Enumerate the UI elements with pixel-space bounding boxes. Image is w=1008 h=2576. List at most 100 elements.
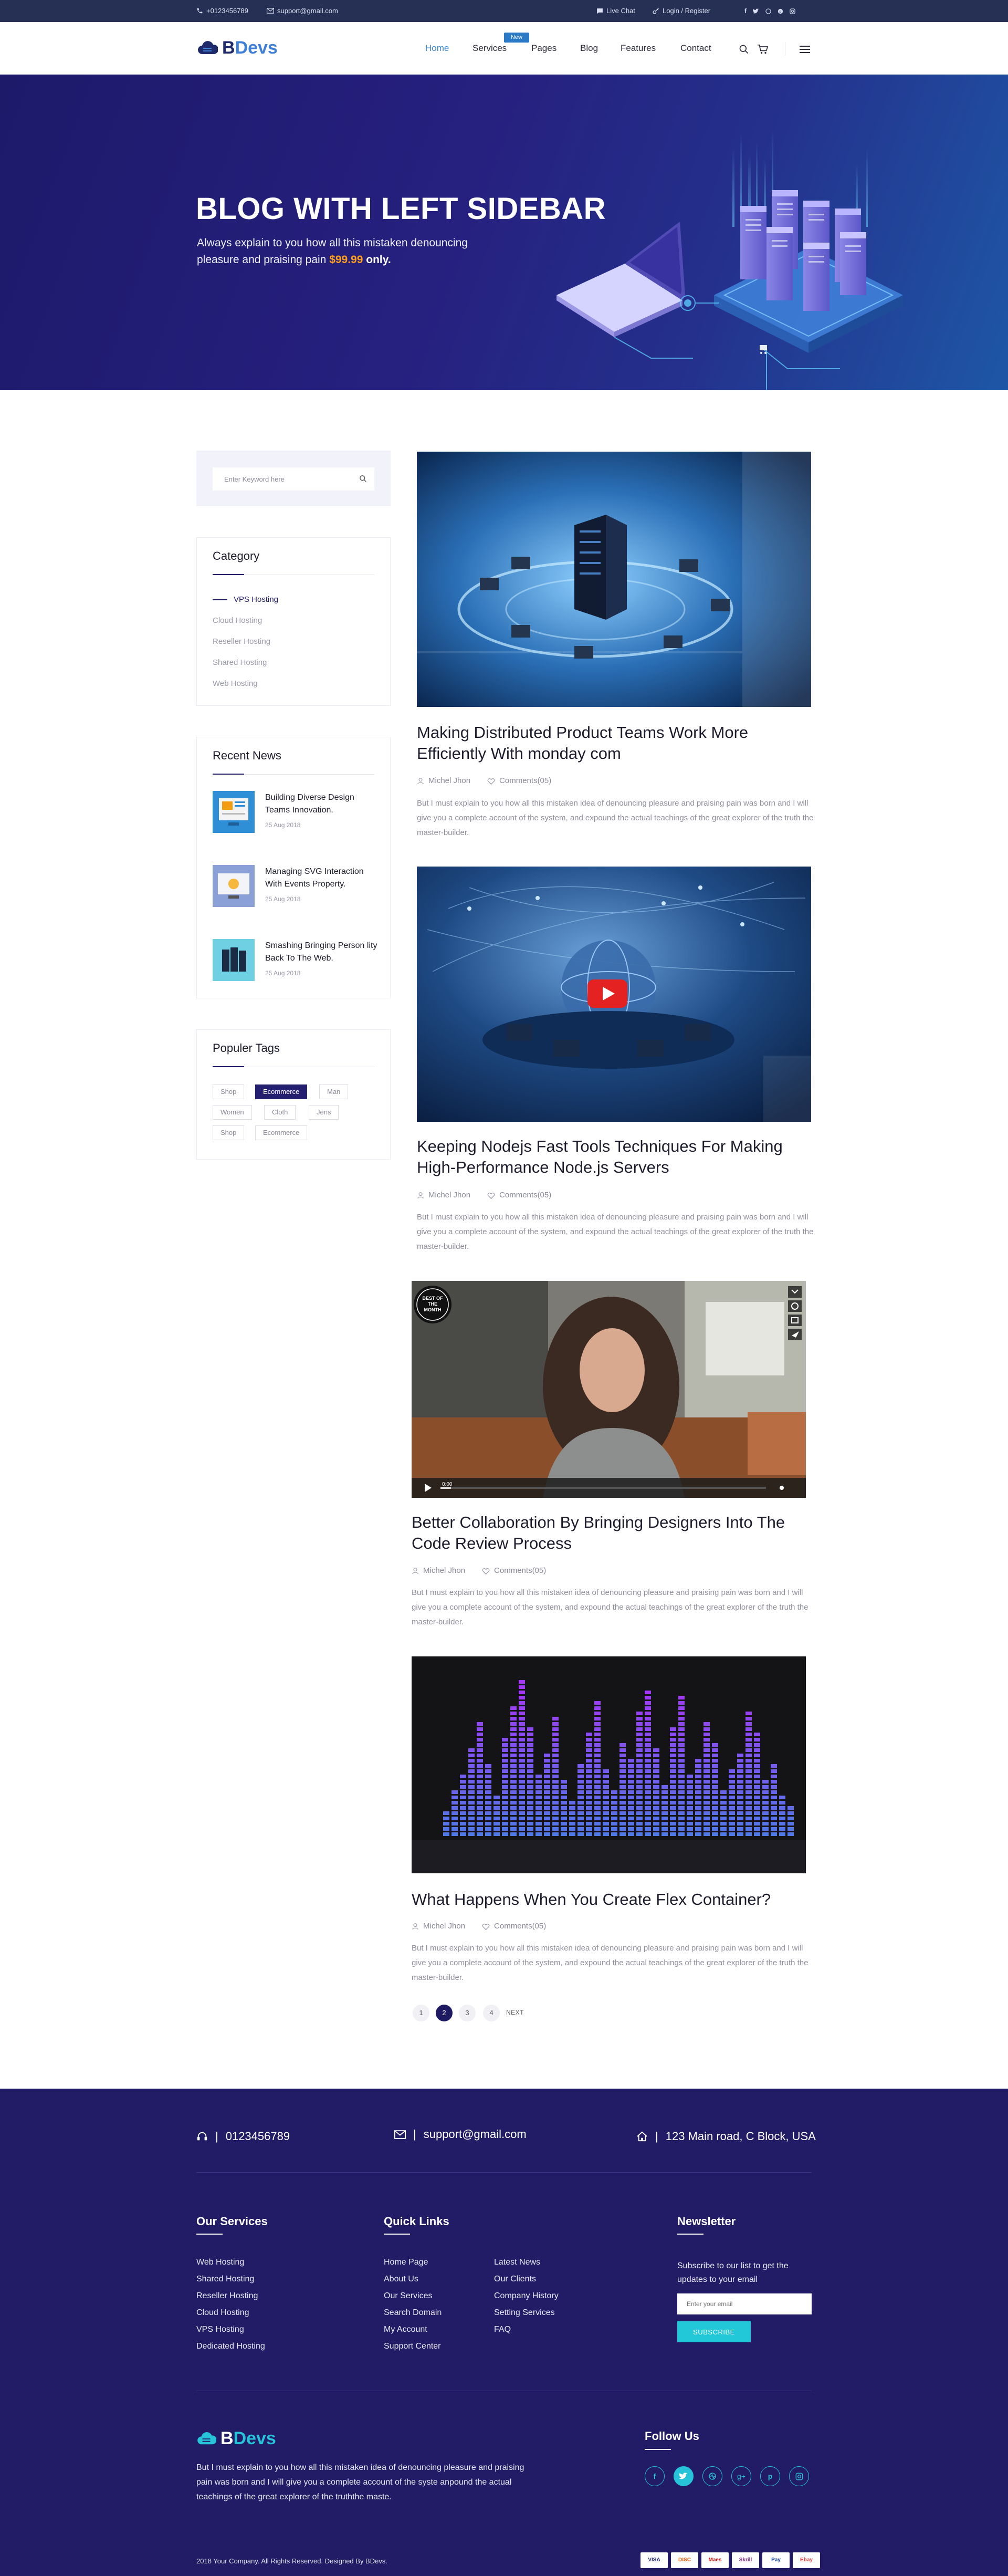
tag-shop[interactable]: Shop (213, 1084, 245, 1099)
category-item-shared-hosting[interactable]: Shared Hosting (213, 658, 267, 667)
equalizer-segment (611, 1822, 617, 1826)
category-item-vps-hosting[interactable]: VPS Hosting (213, 595, 278, 604)
footer-quick-link[interactable]: Search Domain (384, 2308, 442, 2318)
topbar-phone[interactable]: +0123456789 (196, 7, 248, 15)
post-author[interactable]: Michel Jhon (428, 1191, 470, 1200)
page-4[interactable]: 4 (483, 2005, 500, 2021)
dribbble-icon[interactable] (702, 2466, 722, 2486)
post-comments[interactable]: Comments(05) (494, 1566, 546, 1575)
post-2-title[interactable]: Keeping Nodejs Fast Tools Techniques For… (417, 1136, 816, 1178)
nav-pages[interactable]: Pages (531, 43, 556, 54)
footer-logo[interactable]: BDevs (196, 2428, 276, 2449)
equalizer-segment (519, 1748, 525, 1752)
tag-man[interactable]: Man (319, 1084, 349, 1099)
nav-features[interactable]: Features (621, 43, 656, 54)
post-comments[interactable]: Comments(05) (494, 1922, 546, 1931)
footer-quick-link[interactable]: Support Center (384, 2342, 441, 2351)
tag-shop-2[interactable]: Shop (213, 1125, 245, 1140)
equalizer-segment (519, 1796, 525, 1799)
footer-service-link[interactable]: Cloud Hosting (196, 2308, 249, 2318)
page-1[interactable]: 1 (413, 2005, 429, 2021)
footer-service-link[interactable]: Web Hosting (196, 2258, 244, 2267)
facebook-icon[interactable]: f (744, 7, 747, 15)
page-3[interactable]: 3 (459, 2005, 476, 2021)
tag-ecommerce[interactable]: Ecommerce (255, 1084, 308, 1099)
footer-service-link[interactable]: Reseller Hosting (196, 2291, 258, 2301)
logo[interactable]: BDevs (197, 38, 278, 58)
post-3-title[interactable]: Better Collaboration By Bringing Designe… (412, 1512, 811, 1554)
post-4-title[interactable]: What Happens When You Create Flex Contai… (412, 1889, 811, 1910)
recent-news-title-2[interactable]: Managing SVG Interaction With Events Pro… (265, 865, 381, 891)
pinterest-icon[interactable]: p (778, 8, 783, 14)
footer-service-link[interactable]: VPS Hosting (196, 2325, 244, 2334)
equalizer-segment (662, 1832, 668, 1836)
recent-news-title-3[interactable]: Smashing Bringing Person lity Back To Th… (265, 940, 381, 965)
footer-quick-link[interactable]: About Us (384, 2275, 418, 2284)
footer-quick-link[interactable]: Setting Services (494, 2308, 555, 2318)
footer-service-link[interactable]: Shared Hosting (196, 2275, 254, 2284)
login-register-link[interactable]: Login / Register (653, 7, 710, 15)
google-plus-icon[interactable]: g+ (731, 2466, 751, 2486)
cart-icon[interactable] (757, 44, 769, 55)
post-author[interactable]: Michel Jhon (423, 1922, 465, 1931)
equalizer-segment (670, 1733, 676, 1736)
page-2-active[interactable]: 2 (436, 2005, 453, 2021)
page-next[interactable]: NEXT (506, 2009, 524, 2016)
recent-news-thumbnail[interactable] (213, 791, 255, 833)
footer-quick-link[interactable]: My Account (384, 2325, 427, 2334)
topbar-email[interactable]: support@gmail.com (267, 7, 338, 15)
live-chat-link[interactable]: Live Chat (596, 7, 635, 15)
post-3-video[interactable]: BEST OF THE MONTH 0:00 (412, 1281, 806, 1498)
tag-cloth[interactable]: Cloth (264, 1105, 296, 1120)
tag-jens[interactable]: Jens (309, 1105, 339, 1120)
post-4-audio-visual[interactable] (412, 1656, 806, 1873)
footer-quick-link[interactable]: Our Clients (494, 2275, 536, 2284)
equalizer-segment (552, 1827, 559, 1831)
facebook-icon[interactable]: f (645, 2466, 665, 2486)
footer-email[interactable]: | support@gmail.com (394, 2127, 527, 2141)
category-item-reseller-hosting[interactable]: Reseller Hosting (213, 637, 270, 646)
footer-quick-link[interactable]: Latest News (494, 2258, 540, 2267)
nav-contact[interactable]: Contact (680, 43, 711, 54)
search-icon[interactable] (359, 475, 367, 483)
post-2-video[interactable] (417, 867, 811, 1122)
post-comments[interactable]: Comments(05) (499, 1191, 551, 1200)
pinterest-icon[interactable]: p (760, 2466, 780, 2486)
footer-quick-link[interactable]: Our Services (384, 2291, 432, 2301)
tag-women[interactable]: Women (213, 1105, 252, 1120)
equalizer-segment (527, 1785, 533, 1789)
recent-news-title-1[interactable]: Building Diverse Design Teams Innovation… (265, 791, 381, 817)
nav-services[interactable]: Services (472, 43, 507, 54)
footer-quick-link[interactable]: Home Page (384, 2258, 428, 2267)
subscribe-button[interactable]: SUBSCRIBE (677, 2321, 751, 2342)
sidebar-search-input[interactable] (213, 467, 374, 491)
footer-phone[interactable]: | 0123456789 (196, 2130, 290, 2143)
nav-blog[interactable]: Blog (580, 43, 598, 54)
instagram-icon[interactable] (790, 8, 795, 14)
post-comments[interactable]: Comments(05) (499, 776, 551, 785)
dribbble-icon[interactable] (765, 8, 771, 14)
category-item-cloud-hosting[interactable]: Cloud Hosting (213, 616, 262, 625)
post-author[interactable]: Michel Jhon (423, 1566, 465, 1575)
post-1-title[interactable]: Making Distributed Product Teams Work Mo… (417, 722, 816, 764)
twitter-icon[interactable] (674, 2466, 694, 2486)
footer-quick-link[interactable]: Company History (494, 2291, 559, 2301)
recent-news-thumbnail[interactable] (213, 865, 255, 907)
post-author[interactable]: Michel Jhon (428, 776, 470, 785)
tag-ecommerce-2[interactable]: Ecommerce (255, 1125, 308, 1140)
equalizer-segment (569, 1822, 575, 1826)
instagram-icon[interactable] (789, 2466, 809, 2486)
equalizer-segment (510, 1738, 517, 1741)
newsletter-email-input[interactable] (677, 2293, 812, 2314)
menu-icon[interactable] (800, 45, 810, 54)
twitter-icon[interactable] (753, 8, 759, 14)
recent-news-thumbnail[interactable] (213, 939, 255, 981)
footer-service-link[interactable]: Dedicated Hosting (196, 2342, 265, 2351)
category-item-web-hosting[interactable]: Web Hosting (213, 679, 258, 688)
search-icon[interactable] (739, 44, 749, 55)
nav-home[interactable]: Home (425, 43, 449, 54)
post-1-image[interactable] (417, 452, 811, 707)
equalizer-segment (678, 1764, 685, 1768)
footer-quick-link[interactable]: FAQ (494, 2325, 511, 2334)
hero-title: BLOG WITH LEFT SIDEBAR (196, 192, 606, 226)
